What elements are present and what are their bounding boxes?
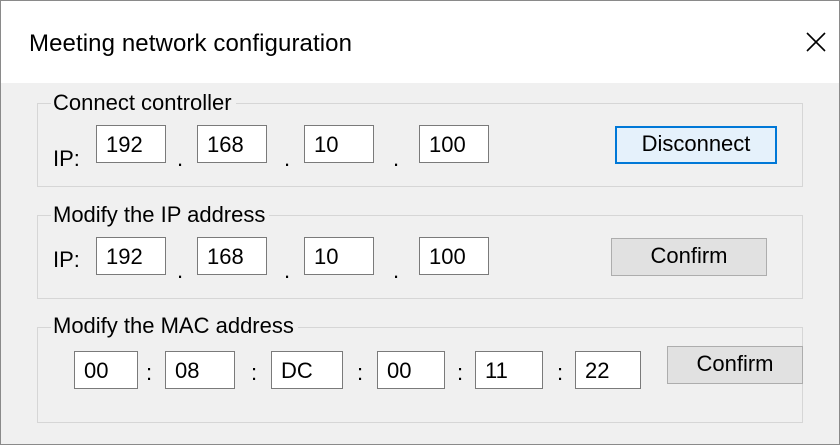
modify-ip-octet-2[interactable]: 168 xyxy=(197,237,267,275)
mac-byte-3[interactable]: DC xyxy=(271,351,343,389)
modify-ip-sep-2: . xyxy=(284,258,291,283)
connect-ip-sep-3: . xyxy=(393,146,400,171)
confirm-mac-button[interactable]: Confirm xyxy=(667,346,803,384)
modify-mac-label: Modify the MAC address xyxy=(51,314,298,338)
confirm-ip-button[interactable]: Confirm xyxy=(611,238,767,276)
connect-ip-octet-4[interactable]: 100 xyxy=(419,125,489,163)
dialog-window: Meeting network configuration Connect co… xyxy=(0,0,840,445)
modify-ip-ip-label: IP: xyxy=(53,247,80,272)
modify-ip-octet-4[interactable]: 100 xyxy=(419,237,489,275)
connect-ip-octet-1[interactable]: 192 xyxy=(96,125,166,163)
modify-ip-octet-1[interactable]: 192 xyxy=(96,237,166,275)
modify-ip-sep-3: . xyxy=(393,258,400,283)
modify-ip-sep-1: . xyxy=(177,258,184,283)
mac-sep-5: : xyxy=(557,360,564,385)
mac-sep-4: : xyxy=(457,360,464,385)
modify-ip-label: Modify the IP address xyxy=(51,203,270,227)
connect-ip-label: IP: xyxy=(53,146,80,171)
connect-ip-octet-2[interactable]: 168 xyxy=(197,125,267,163)
title-bar: Meeting network configuration xyxy=(1,1,839,83)
connect-ip-octet-3[interactable]: 10 xyxy=(304,125,374,163)
window-title: Meeting network configuration xyxy=(29,30,353,57)
connect-ip-sep-2: . xyxy=(284,146,291,171)
mac-byte-4[interactable]: 00 xyxy=(377,351,445,389)
mac-byte-5[interactable]: 11 xyxy=(475,351,543,389)
mac-byte-2[interactable]: 08 xyxy=(165,351,235,389)
disconnect-button[interactable]: Disconnect xyxy=(615,126,777,164)
mac-sep-1: : xyxy=(146,360,153,385)
modify-ip-octet-3[interactable]: 10 xyxy=(304,237,374,275)
connect-ip-sep-1: . xyxy=(177,146,184,171)
mac-byte-6[interactable]: 22 xyxy=(575,351,641,389)
close-button[interactable] xyxy=(795,15,839,65)
mac-byte-1[interactable]: 00 xyxy=(74,351,138,389)
connect-controller-label: Connect controller xyxy=(51,91,236,115)
mac-sep-3: : xyxy=(357,360,364,385)
mac-sep-2: : xyxy=(251,360,258,385)
close-icon xyxy=(806,32,826,52)
